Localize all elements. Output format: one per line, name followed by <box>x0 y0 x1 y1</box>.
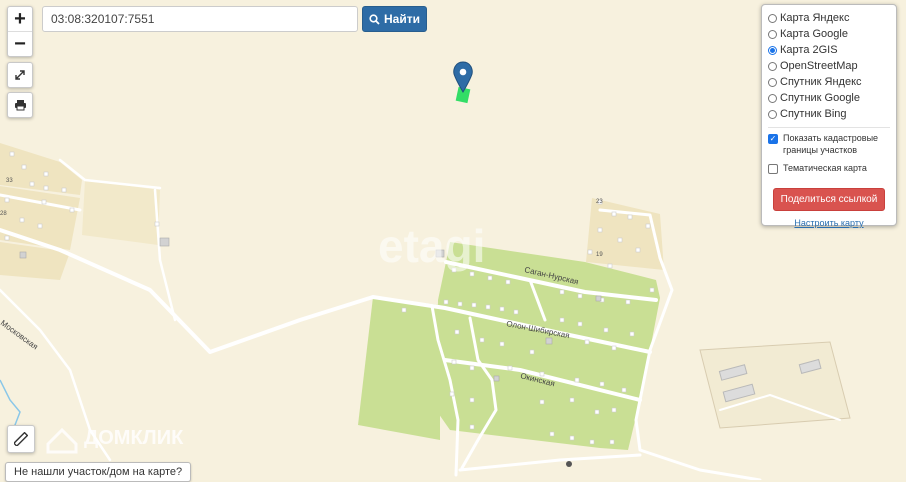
layer-option-bing-satellite[interactable]: Спутник Bing <box>768 106 890 122</box>
cadastral-search-input[interactable] <box>42 6 358 32</box>
radio-icon[interactable] <box>768 61 777 71</box>
cadastral-borders-label: Показать кадастровые границы участков <box>783 133 879 155</box>
thematic-map-label: Тематическая карта <box>783 163 867 173</box>
house-number: 33 <box>6 178 13 184</box>
layer-option-yandex-satellite[interactable]: Спутник Яндекс <box>768 74 890 90</box>
layer-option-2gis-map[interactable]: Карта 2GIS <box>768 42 890 58</box>
layer-panel: Карта Яндекс Карта Google Карта 2GIS Ope… <box>761 4 897 228</box>
house-number: 28 <box>0 211 7 217</box>
divider <box>768 127 890 128</box>
configure-map-link[interactable]: Настроить карту <box>768 218 890 228</box>
not-found-on-map-button[interactable]: Не нашли участок/дом на карте? <box>5 462 192 482</box>
find-button[interactable]: Найти <box>362 6 427 32</box>
expand-icon <box>15 70 25 80</box>
layer-label: Карта Google <box>780 28 848 40</box>
layer-label: Спутник Bing <box>780 108 847 120</box>
radio-icon[interactable] <box>768 13 777 23</box>
thematic-map-option[interactable]: Тематическая карта <box>768 162 890 174</box>
radio-icon[interactable] <box>768 109 777 119</box>
ruler-button[interactable] <box>7 425 35 453</box>
layer-label: Спутник Яндекс <box>780 76 862 88</box>
print-button[interactable] <box>7 92 33 118</box>
layer-label: Спутник Google <box>780 92 860 104</box>
cadastral-borders-option[interactable]: ✓ Показать кадастровые границы участков <box>768 132 890 156</box>
search-icon <box>369 13 380 25</box>
layer-label: Карта 2GIS <box>780 44 838 56</box>
find-button-label: Найти <box>384 12 420 26</box>
layer-option-google-map[interactable]: Карта Google <box>768 26 890 42</box>
svg-text:ДОМКЛИК: ДОМКЛИК <box>84 427 184 449</box>
fullscreen-button[interactable] <box>7 62 33 88</box>
house-number: 23 <box>596 199 603 205</box>
layer-option-google-satellite[interactable]: Спутник Google <box>768 90 890 106</box>
poi-icon <box>566 461 572 467</box>
layer-label: OpenStreetMap <box>780 60 858 72</box>
checkbox-checked-icon[interactable]: ✓ <box>768 134 778 144</box>
etagi-watermark: etagi <box>378 220 485 272</box>
zoom-out-button[interactable]: − <box>8 31 32 56</box>
radio-icon[interactable] <box>768 77 777 87</box>
layer-option-openstreetmap[interactable]: OpenStreetMap <box>768 58 890 74</box>
print-icon <box>14 100 26 111</box>
radio-icon[interactable] <box>768 93 777 103</box>
layer-label: Карта Яндекс <box>780 12 850 24</box>
house-number: 19 <box>596 252 603 258</box>
radio-selected-icon[interactable] <box>768 45 777 55</box>
checkbox-icon[interactable] <box>768 164 778 174</box>
share-link-button[interactable]: Поделиться ссылкой <box>773 188 885 211</box>
zoom-in-button[interactable]: + <box>8 7 32 31</box>
zoom-control: + − <box>7 6 33 57</box>
ruler-icon <box>14 432 28 446</box>
layer-option-yandex-map[interactable]: Карта Яндекс <box>768 10 890 26</box>
radio-icon[interactable] <box>768 29 777 39</box>
